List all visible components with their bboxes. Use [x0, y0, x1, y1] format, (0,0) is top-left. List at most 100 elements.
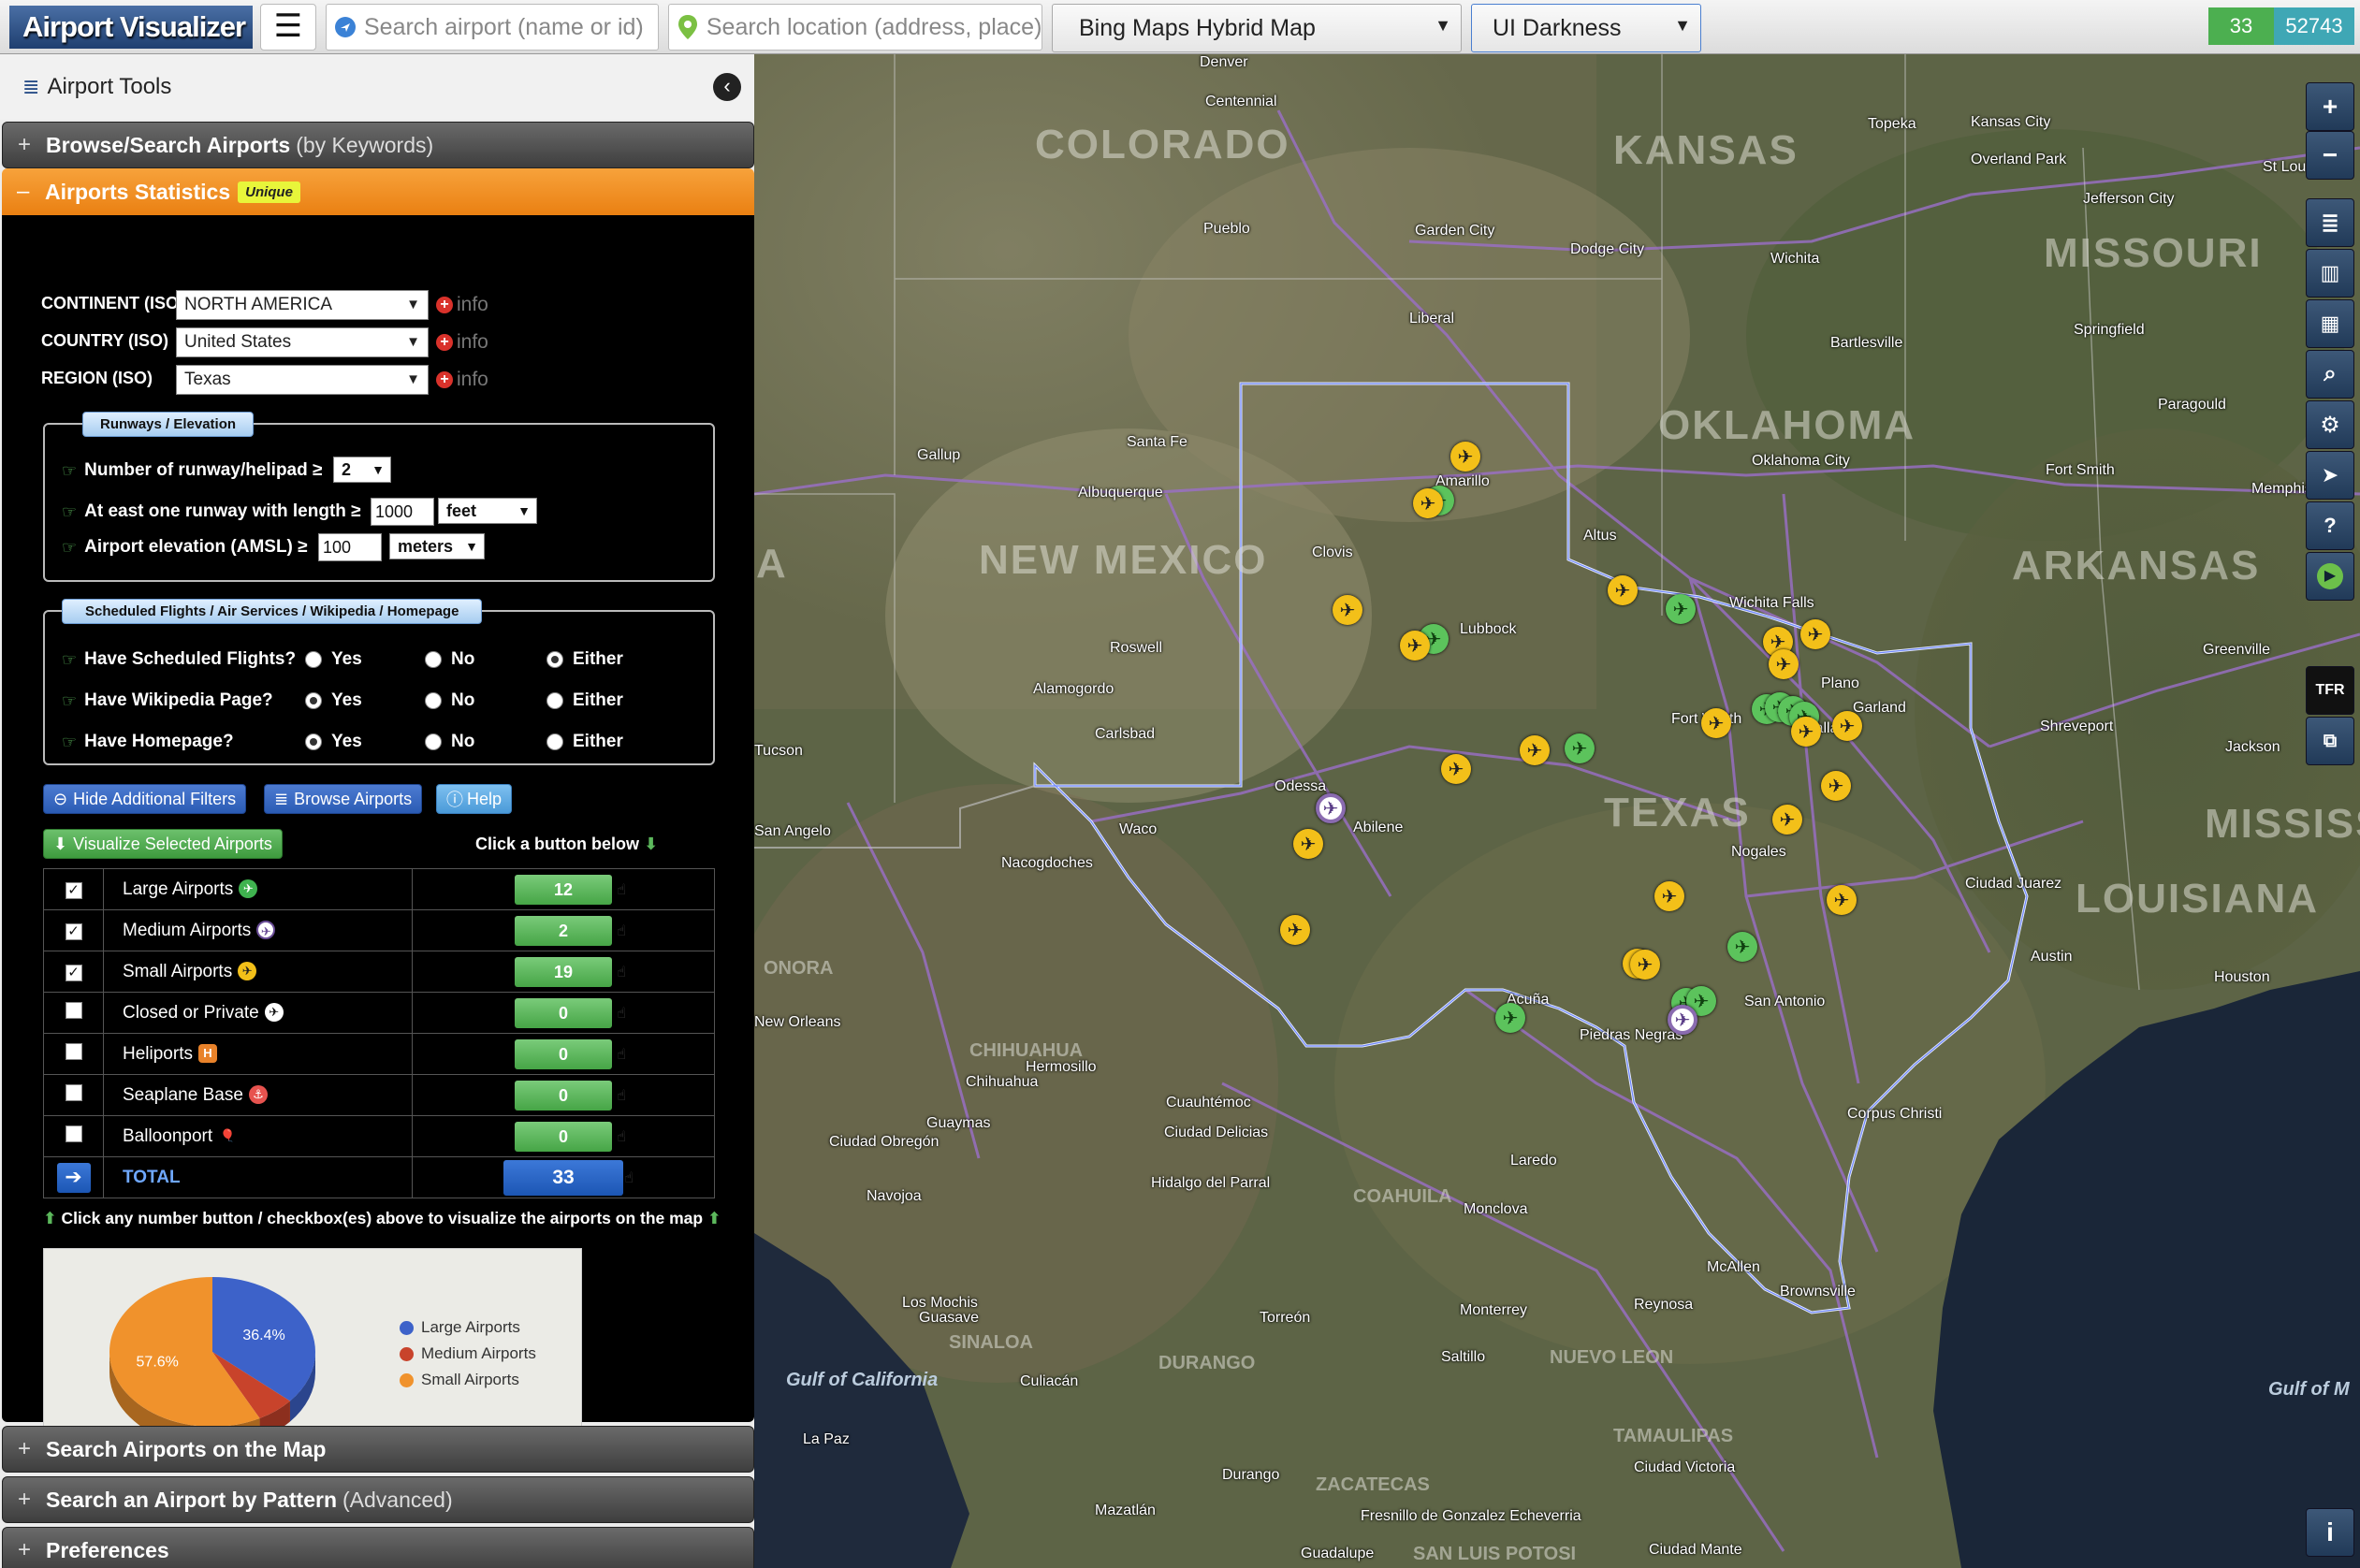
location-search-input[interactable] — [706, 13, 1042, 41]
small-airport-pin[interactable]: ✈ — [1520, 735, 1550, 765]
large-airport-pin[interactable]: ✈ — [1666, 594, 1696, 624]
region-info[interactable]: + info — [436, 369, 488, 391]
small-airport-pin[interactable]: ✈ — [1800, 619, 1830, 649]
medium-airport-pin[interactable]: ✈ — [1668, 1005, 1697, 1035]
medium-checkbox[interactable]: ✓ — [65, 922, 82, 940]
seaplane-count-button[interactable]: 0 — [515, 1080, 612, 1111]
map-view[interactable]: COLORADO KANSAS MISSOURI OKLAHOMA NEW ME… — [754, 54, 2360, 1568]
zoom-in-button[interactable]: + — [2306, 82, 2354, 131]
small-checkbox[interactable]: ✓ — [65, 964, 82, 981]
browse-airports-button[interactable]: ≣ Browse Airports — [264, 784, 423, 814]
homepage-either[interactable]: Either — [546, 732, 623, 752]
ui-theme-select[interactable]: UI Darkness ▼ — [1471, 4, 1701, 52]
menu-button[interactable]: ☰ — [260, 4, 316, 51]
large-airport-pin[interactable]: ✈ — [1495, 1003, 1525, 1033]
large-count-button[interactable]: 12 — [515, 874, 612, 905]
small-airport-pin[interactable]: ✈ — [1832, 711, 1862, 741]
hide-filters-button[interactable]: ⊖ Hide Additional Filters — [43, 784, 247, 814]
list-button[interactable]: ≣ — [2306, 198, 2354, 247]
country-info[interactable]: + info — [436, 331, 488, 354]
small-airport-pin[interactable]: ✈ — [1280, 915, 1310, 945]
visualize-button[interactable]: ⬇ Visualize Selected Airports — [43, 829, 283, 859]
small-airport-pin[interactable]: ✈ — [1608, 575, 1638, 605]
scheduled-no[interactable]: No — [425, 649, 474, 670]
small-airport-pin[interactable]: ✈ — [1333, 595, 1362, 625]
zoom-out-button[interactable]: − — [2306, 131, 2354, 180]
airport-search-input[interactable] — [364, 13, 658, 41]
medium-airport-pin[interactable]: ✈ — [1316, 793, 1346, 823]
tfr-button[interactable]: TFR — [2306, 666, 2354, 715]
country-select[interactable]: United States ▼ — [176, 327, 429, 357]
small-airport-pin[interactable]: ✈ — [1441, 754, 1471, 784]
play-button[interactable]: ▶ — [2306, 552, 2354, 601]
arrow-right-button[interactable]: ➔ — [56, 1162, 91, 1193]
accordion-statistics[interactable]: – Airports Statistics Unique — [2, 168, 754, 215]
help-button[interactable]: ⓘ Help — [436, 784, 513, 814]
small-airport-pin[interactable]: ✈ — [1791, 717, 1821, 747]
accordion-browse[interactable]: + Browse/Search Airports (by Keywords) — [2, 122, 754, 168]
small-airport-pin[interactable]: ✈ — [1630, 950, 1660, 980]
homepage-no[interactable]: No — [425, 732, 474, 752]
large-label: Large Airports — [123, 878, 234, 899]
search-button[interactable]: ⌕ — [2306, 350, 2354, 399]
info-button[interactable]: i — [2306, 1508, 2354, 1557]
small-airport-pin[interactable]: ✈ — [1654, 881, 1684, 911]
heliports-count-button[interactable]: 0 — [515, 1038, 612, 1069]
accordion-search-map[interactable]: + Search Airports on the Map — [2, 1426, 754, 1473]
closed-checkbox[interactable] — [65, 1001, 82, 1019]
region-label: NUEVO LEON — [1550, 1347, 1674, 1368]
balloonport-checkbox[interactable] — [65, 1125, 82, 1142]
region-select[interactable]: Texas ▼ — [176, 365, 429, 395]
map-layers-button[interactable]: ▦ — [2306, 299, 2354, 348]
small-airport-pin[interactable]: ✈ — [1413, 488, 1443, 518]
closed-count-button[interactable]: 0 — [515, 997, 612, 1028]
small-count-button[interactable]: 19 — [515, 956, 612, 987]
accordion-pattern[interactable]: + Search an Airport by Pattern (Advanced… — [2, 1476, 754, 1523]
help-map-button[interactable]: ? — [2306, 501, 2354, 550]
elevation-input[interactable]: 100 — [318, 533, 382, 561]
elevation-unit-select[interactable]: meters ▼ — [389, 533, 485, 559]
wikipedia-yes[interactable]: Yes — [305, 690, 362, 711]
city-label: Houston — [2214, 969, 2270, 985]
accordion-preferences[interactable]: + Preferences — [2, 1527, 754, 1568]
total-count-button[interactable]: 33 — [503, 1159, 623, 1196]
small-airport-pin[interactable]: ✈ — [1821, 771, 1851, 801]
scheduled-either[interactable]: Either — [546, 649, 623, 670]
large-airport-pin[interactable]: ✈ — [1565, 733, 1595, 763]
large-checkbox[interactable]: ✓ — [65, 881, 82, 899]
city-label: Nogales — [1731, 844, 1786, 860]
runway-length-unit-select[interactable]: feet ▼ — [438, 498, 537, 524]
small-airport-pin[interactable]: ✈ — [1293, 829, 1323, 859]
runway-length-input[interactable]: 1000 — [371, 498, 434, 526]
small-airport-pin[interactable]: ✈ — [1701, 708, 1731, 738]
settings-button[interactable]: ⚙ — [2306, 400, 2354, 449]
small-airport-pin[interactable]: ✈ — [1769, 649, 1799, 679]
medium-count-button[interactable]: 2 — [515, 915, 612, 946]
airport-search[interactable] — [326, 4, 659, 51]
chevron-down-icon: ▼ — [406, 334, 420, 350]
small-airport-pin[interactable]: ✈ — [1450, 442, 1480, 472]
heliports-checkbox[interactable] — [65, 1042, 82, 1060]
small-airport-pin[interactable]: ✈ — [1400, 631, 1430, 661]
balloonport-count-button[interactable]: 0 — [515, 1121, 612, 1152]
chart-button[interactable]: ▥ — [2306, 249, 2354, 298]
app-logo[interactable]: Airport Visualizer — [9, 6, 253, 49]
runway-count-select[interactable]: 2 ▼ — [333, 457, 391, 483]
small-airport-pin[interactable]: ✈ — [1827, 885, 1857, 915]
continent-select[interactable]: NORTH AMERICA ▼ — [176, 290, 429, 320]
location-search[interactable] — [668, 4, 1042, 51]
map-type-select[interactable]: Bing Maps Hybrid Map ▼ — [1052, 4, 1462, 52]
collapse-panel-button[interactable]: ‹ — [713, 73, 741, 101]
seaplane-checkbox[interactable] — [65, 1083, 82, 1101]
scheduled-yes[interactable]: Yes — [305, 649, 362, 670]
flights-legend: Scheduled Flights / Air Services / Wikip… — [62, 599, 483, 624]
homepage-yes[interactable]: Yes — [305, 732, 362, 752]
overlay-button[interactable]: ⧉ — [2306, 717, 2354, 765]
continent-info[interactable]: + info — [436, 294, 488, 316]
locate-button[interactable]: ➤ — [2306, 451, 2354, 500]
large-airport-pin[interactable]: ✈ — [1727, 932, 1757, 962]
small-airport-pin[interactable]: ✈ — [1772, 805, 1802, 835]
wikipedia-either[interactable]: Either — [546, 690, 623, 711]
wikipedia-no[interactable]: No — [425, 690, 474, 711]
city-label: Garland — [1853, 700, 1906, 716]
